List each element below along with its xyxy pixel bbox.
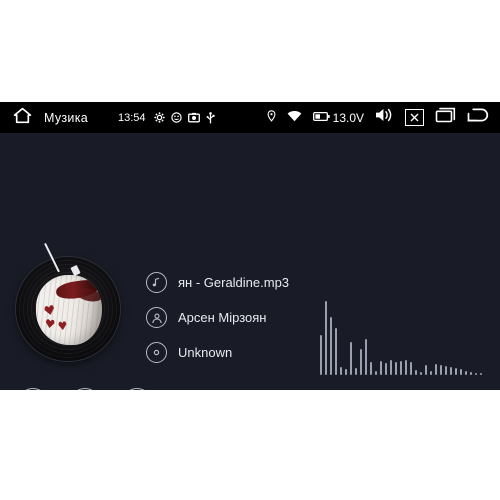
visualizer-bar — [475, 373, 477, 375]
transport-controls — [18, 388, 152, 390]
location-pin-icon — [267, 109, 276, 127]
emoji-icon[interactable] — [170, 112, 182, 123]
home-icon — [13, 107, 32, 129]
visualizer-bar — [465, 371, 467, 375]
visualizer-bar — [480, 373, 482, 375]
track-title: ян - Geraldine.mp3 — [178, 275, 290, 290]
track-title-row: ян - Geraldine.mp3 — [146, 272, 289, 293]
audio-visualizer — [320, 257, 490, 375]
track-album: Unknown — [178, 345, 233, 360]
pause-button[interactable] — [70, 388, 100, 390]
visualizer-bar — [375, 371, 377, 375]
visualizer-bar — [460, 369, 462, 375]
visualizer-bar — [440, 365, 442, 375]
wifi-icon — [287, 109, 302, 127]
volume-icon[interactable] — [375, 107, 394, 128]
visualizer-bar — [435, 364, 437, 375]
visualizer-bar — [350, 342, 352, 375]
visualizer-bar — [425, 365, 427, 375]
visualizer-bar — [390, 360, 392, 375]
visualizer-bar — [395, 362, 397, 375]
visualizer-bar — [400, 361, 402, 375]
person-icon — [146, 307, 167, 328]
visualizer-bar — [385, 363, 387, 375]
visualizer-bar — [410, 362, 412, 375]
visualizer-bar — [355, 368, 357, 375]
visualizer-bar — [360, 349, 362, 375]
next-track-button[interactable] — [122, 388, 152, 390]
visualizer-bar — [420, 372, 422, 375]
app-title: Музика — [44, 110, 89, 125]
visualizer-bar — [320, 335, 322, 375]
visualizer-bar — [340, 367, 342, 375]
close-box-icon[interactable] — [405, 109, 424, 126]
album-cover-image — [36, 275, 102, 345]
visualizer-bar — [405, 360, 407, 375]
track-info: ян - Geraldine.mp3 Арсен Мірзоян Unknown — [146, 272, 289, 363]
visualizer-bar — [380, 361, 382, 375]
home-button[interactable] — [0, 107, 44, 129]
back-arrow-icon[interactable] — [467, 107, 490, 128]
gear-icon[interactable] — [153, 112, 165, 123]
usb-icon[interactable] — [206, 111, 215, 124]
status-right-group: 13.0V — [267, 102, 500, 133]
visualizer-bar — [470, 372, 472, 375]
clock: 13:54 — [118, 111, 146, 124]
status-mini-icons — [153, 111, 215, 124]
previous-track-button[interactable] — [18, 388, 48, 390]
visualizer-bar — [325, 301, 327, 375]
visualizer-bar — [415, 370, 417, 375]
battery-voltage-group: 13.0V — [312, 110, 364, 125]
visualizer-bar — [370, 362, 372, 375]
track-artist: Арсен Мірзоян — [178, 310, 267, 325]
status-bar: Музика 13:54 13.0V — [0, 102, 500, 133]
camera-icon[interactable] — [187, 112, 200, 123]
music-player-app: Музика 13:54 13.0V ян - Geraldine.mp3 Ар… — [0, 102, 500, 390]
battery-icon — [312, 111, 330, 125]
visualizer-bar — [335, 328, 337, 375]
visualizer-bar — [330, 317, 332, 375]
visualizer-bar — [450, 367, 452, 375]
track-album-row: Unknown — [146, 342, 289, 363]
visualizer-bar — [345, 369, 347, 375]
music-note-icon — [146, 272, 167, 293]
disc-icon — [146, 342, 167, 363]
voltage-label: 13.0V — [332, 110, 364, 125]
visualizer-bar — [455, 368, 457, 375]
visualizer-bar — [445, 366, 447, 375]
recents-icon[interactable] — [435, 107, 456, 128]
visualizer-bar — [365, 339, 367, 375]
visualizer-bar — [430, 371, 432, 375]
album-art-disc[interactable] — [16, 257, 120, 361]
track-artist-row: Арсен Мірзоян — [146, 307, 289, 328]
